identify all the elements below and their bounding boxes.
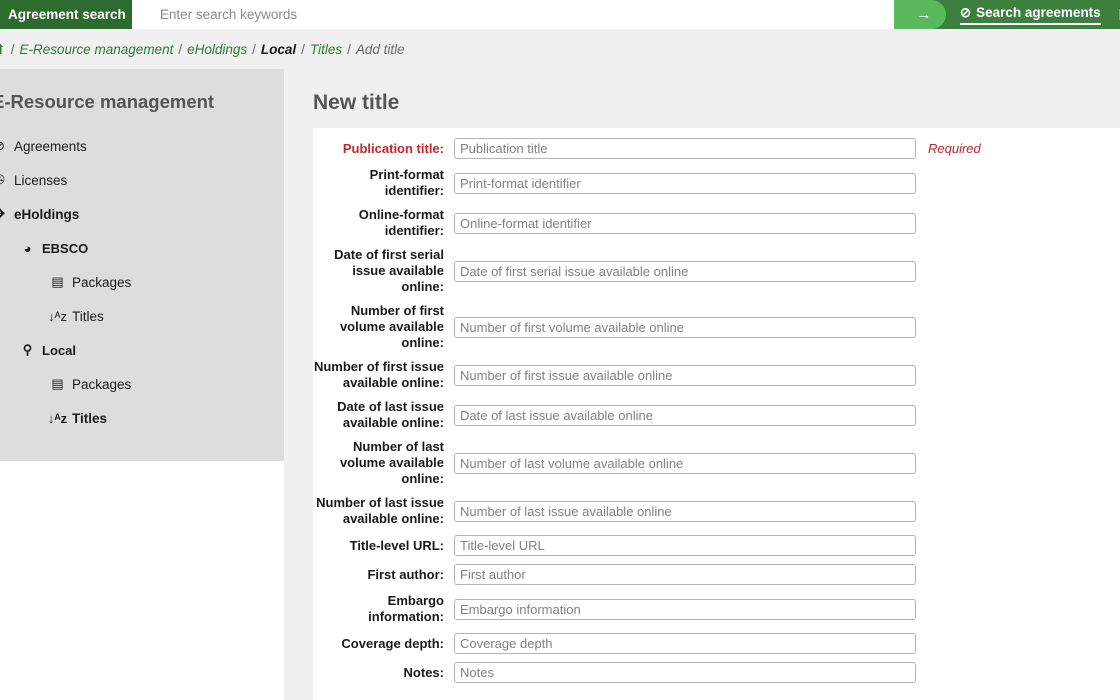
agreement-search-button[interactable]: Agreement search	[0, 0, 146, 29]
arrow-right-icon: →	[916, 6, 931, 23]
sidebar-item-ebsco[interactable]: ◕ EBSCO	[20, 231, 284, 265]
sidebar-item-local-titles[interactable]: ↓ᴬz Titles	[50, 401, 284, 435]
breadcrumb-item-e-resource-management[interactable]: E-Resource management	[20, 42, 174, 57]
form-input[interactable]	[454, 138, 916, 159]
sidebar-item-label: EBSCO	[42, 241, 88, 256]
form-label: Embargo information:	[313, 593, 454, 625]
main-content: New title Publication title: Required Prin…	[284, 69, 1120, 700]
breadcrumb-item-eholdings[interactable]: eHoldings	[187, 42, 247, 57]
sidebar-item-label: Packages	[72, 275, 131, 290]
search-input-wrap	[132, 0, 912, 29]
form-row: Number of last issue available online:	[313, 495, 1120, 527]
sidebar-item-label: Packages	[72, 377, 131, 392]
breadcrumb-item-add-title: Add title	[356, 42, 405, 57]
form-input[interactable]	[454, 453, 916, 474]
home-icon[interactable]: ⬆	[0, 41, 6, 58]
sidebar-item-label: Local	[42, 343, 76, 358]
sidebar-item-ebsco-packages[interactable]: ▤ Packages	[50, 265, 284, 299]
form-label: Title-level URL:	[313, 538, 454, 554]
form-row: Online-format identifier:	[313, 207, 1120, 239]
top-link-search-agreements[interactable]: ⊘ Search agreements	[960, 5, 1101, 25]
form-label: Online-format identifier:	[313, 207, 454, 239]
sidebar-item-label: Titles	[72, 309, 104, 324]
form-row: Number of first issue available online:	[313, 359, 1120, 391]
form-row: Date of last issue available online:	[313, 399, 1120, 431]
top-link-label: Search agreements	[976, 5, 1101, 20]
form-input[interactable]	[454, 173, 916, 194]
sidebar-item-label: Agreements	[14, 139, 87, 154]
move-arrows-icon: ✥	[0, 207, 7, 222]
form-input[interactable]	[454, 317, 916, 338]
form-row: First author:	[313, 564, 1120, 585]
form-row: Number of first volume available online:	[313, 303, 1120, 351]
form-input[interactable]	[454, 564, 916, 585]
check-circle-icon: ⊘	[0, 139, 7, 154]
sidebar-item-licenses[interactable]: ✇ Licenses	[0, 163, 284, 197]
sort-alpha-down-icon: ↓ᴬz	[50, 309, 65, 324]
form-row: Embargo information:	[313, 593, 1120, 625]
breadcrumb-separator: /	[301, 42, 305, 57]
agreement-search-group: Agreement search →	[0, 0, 946, 29]
form-input[interactable]	[454, 662, 916, 683]
form-input[interactable]	[454, 535, 916, 556]
new-title-form: Publication title: Required Print-format i…	[313, 128, 1120, 700]
package-box-icon: ▤	[50, 275, 65, 290]
top-nav-links: ⊘ Search agreements ▣ Search packages	[960, 5, 1120, 25]
breadcrumb-item-titles[interactable]: Titles	[310, 42, 342, 57]
form-label: Date of first serial issue available onl…	[313, 247, 454, 295]
form-row: Date of first serial issue available onl…	[313, 247, 1120, 295]
page-title: New title	[313, 91, 1120, 115]
form-input[interactable]	[454, 405, 916, 426]
form-row: Title-level URL:	[313, 535, 1120, 556]
sidebar-item-label: Titles	[72, 411, 107, 426]
form-label: Number of last volume available online:	[313, 439, 454, 487]
form-label: Date of last issue available online:	[313, 399, 454, 431]
breadcrumb-separator: /	[11, 42, 15, 57]
form-label: Coverage depth:	[313, 636, 454, 652]
required-note: Required	[928, 141, 981, 156]
form-label: Number of first issue available online:	[313, 359, 454, 391]
form-input[interactable]	[454, 261, 916, 282]
sidebar-item-label: eHoldings	[14, 207, 79, 222]
sidebar-item-label: Licenses	[14, 173, 67, 188]
search-submit-button[interactable]: →	[894, 0, 946, 29]
sidebar-item-local-packages[interactable]: ▤ Packages	[50, 367, 284, 401]
check-circle-icon: ⊘	[960, 5, 971, 21]
form-input[interactable]	[454, 501, 916, 522]
sidebar-item-ebsco-titles[interactable]: ↓ᴬz Titles	[50, 299, 284, 333]
form-label: First author:	[313, 567, 454, 583]
breadcrumb-separator: /	[178, 42, 182, 57]
breadcrumb-item-local: Local	[261, 42, 296, 57]
form-row: Number of last volume available online:	[313, 439, 1120, 487]
form-input[interactable]	[454, 599, 916, 620]
sidebar-item-eholdings[interactable]: ✥ eHoldings	[0, 197, 284, 231]
form-input[interactable]	[454, 633, 916, 654]
form-label: Number of last issue available online:	[313, 495, 454, 527]
package-box-icon: ▤	[50, 377, 65, 392]
form-input[interactable]	[454, 213, 916, 234]
breadcrumb-separator: /	[252, 42, 256, 57]
globe-icon: ◕	[20, 241, 35, 256]
agreement-search-label: Agreement search	[8, 7, 126, 22]
sidebar: E-Resource management ⊘ Agreements ✇ Lic…	[0, 69, 284, 461]
form-row: Publication title: Required	[313, 138, 1120, 159]
form-label: Print-format identifier:	[313, 167, 454, 199]
form-input[interactable]	[454, 365, 916, 386]
form-row: Print-format identifier:	[313, 167, 1120, 199]
top-toolbar: Agreement search → ⊘ Search agreements ▣…	[0, 0, 1120, 29]
form-label: Publication title:	[313, 141, 454, 157]
form-row: Coverage depth:	[313, 633, 1120, 654]
map-pin-icon: ⚲	[20, 343, 35, 358]
form-label: Number of first volume available online:	[313, 303, 454, 351]
breadcrumb: ⬆ / E-Resource management / eHoldings / …	[0, 29, 1120, 69]
sidebar-title: E-Resource management	[0, 91, 284, 113]
sidebar-item-local[interactable]: ⚲ Local	[20, 333, 284, 367]
breadcrumb-separator: /	[347, 42, 351, 57]
form-label: Notes:	[313, 665, 454, 681]
gavel-icon: ✇	[0, 173, 7, 188]
search-input[interactable]	[158, 1, 912, 28]
form-row: Notes:	[313, 662, 1120, 683]
sort-alpha-down-icon: ↓ᴬz	[50, 411, 65, 426]
sidebar-item-agreements[interactable]: ⊘ Agreements	[0, 129, 284, 163]
